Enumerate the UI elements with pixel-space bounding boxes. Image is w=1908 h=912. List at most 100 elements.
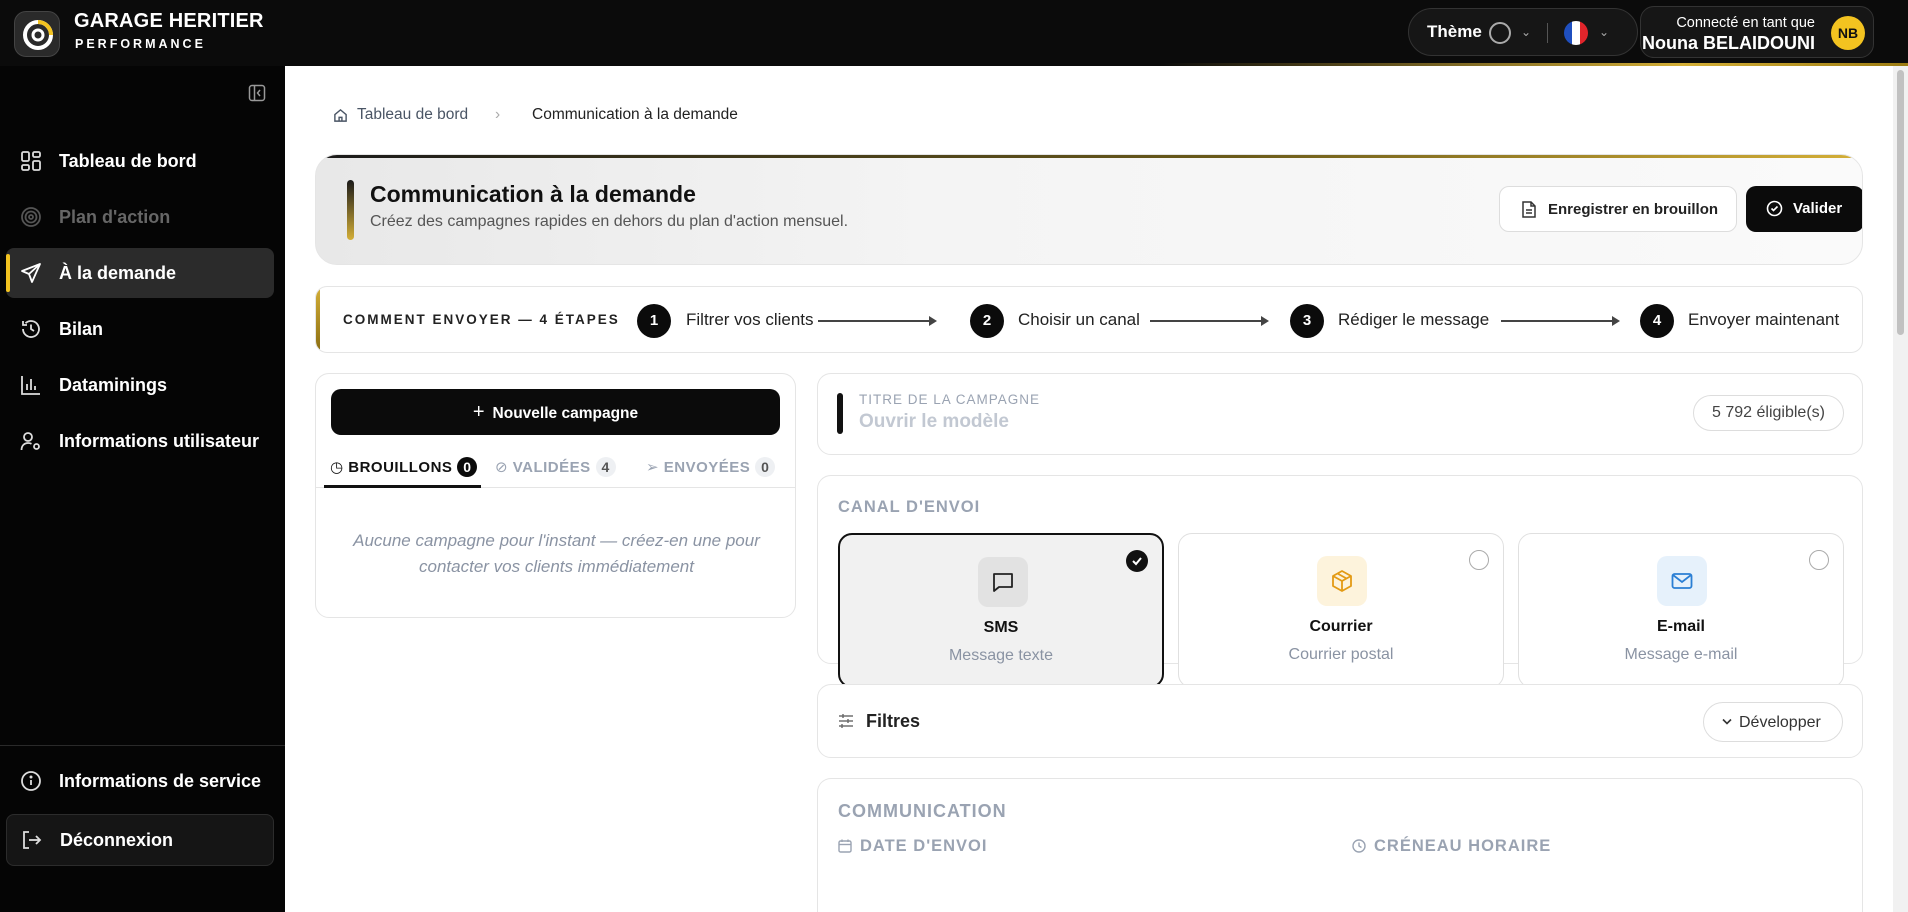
sidebar-divider: [0, 745, 285, 746]
accent-bar: [347, 180, 354, 240]
sidebar-item-informations-service[interactable]: Informations de service: [6, 756, 274, 806]
sidebar-item-a-la-demande[interactable]: À la demande: [6, 248, 274, 298]
sidebar-item-label: Tableau de bord: [59, 151, 197, 171]
tab-count: 4: [595, 457, 616, 477]
user-settings-icon: [20, 432, 40, 451]
tab-label: ENVOYÉES: [663, 459, 751, 476]
sidebar-item-informations-utilisateur[interactable]: Informations utilisateur: [6, 416, 274, 466]
section-heading: CANAL D'ENVOI: [838, 498, 981, 516]
breadcrumb-home[interactable]: Tableau de bord: [333, 106, 468, 124]
logout-button[interactable]: Déconnexion: [6, 814, 274, 866]
tab-label: VALIDÉES: [512, 459, 591, 476]
channel-description: Message e-mail: [1624, 646, 1738, 663]
arrow-right-icon: [1501, 317, 1620, 325]
sidebar-item-bilan[interactable]: Bilan: [6, 304, 274, 354]
arrow-right-icon: [818, 317, 937, 325]
channel-description: Message texte: [948, 647, 1054, 664]
home-icon: [334, 108, 347, 122]
sidebar-item-plan-action: Plan d'action: [6, 192, 274, 242]
grid-icon: [21, 151, 41, 171]
channel-option-courrier[interactable]: Courrier Courrier postal: [1178, 533, 1504, 688]
send-channel-card: CANAL D'ENVOI SMS Message texte Courrier…: [817, 475, 1863, 688]
sidebar-item-dataminings[interactable]: Dataminings: [6, 360, 274, 410]
main-content: Tableau de bord › Communication à la dem…: [285, 66, 1893, 912]
sidebar-item-tableau-de-bord[interactable]: Tableau de bord: [6, 136, 274, 186]
page-title: Communication à la demande: [370, 181, 696, 207]
divider: [1547, 23, 1548, 43]
clock-icon: ◷: [330, 459, 344, 476]
chevron-down-icon[interactable]: ⌄: [1521, 25, 1531, 39]
clock-icon: [1352, 839, 1366, 853]
campaigns-panel: + Nouvelle campagne ◷ BROUILLONS 0 ⊘ VALID…: [315, 373, 796, 618]
brand-logo[interactable]: [14, 11, 60, 57]
french-flag-icon[interactable]: [1564, 21, 1588, 45]
tab-count: 0: [457, 457, 478, 477]
send-icon: [21, 263, 41, 283]
calendar-icon: [838, 839, 852, 853]
logo-icon: [23, 20, 53, 50]
step-label: Rédiger le message: [1338, 310, 1490, 329]
channel-description: Courrier postal: [1288, 646, 1394, 663]
radio-button[interactable]: [1809, 550, 1829, 570]
chevron-right-icon: ›: [495, 106, 501, 123]
breadcrumb-current: Communication à la demande: [532, 106, 738, 123]
campaign-title-input[interactable]: [859, 411, 1559, 433]
radio-button[interactable]: [1469, 550, 1489, 570]
target-icon: [21, 207, 41, 227]
sidebar: Tableau de bord Plan d'action À la deman…: [0, 66, 285, 912]
empty-state-message: Aucune campagne pour l'instant — créez-e…: [353, 531, 760, 576]
theme-toggle-icon[interactable]: [1489, 22, 1511, 44]
channel-option-sms[interactable]: SMS Message texte: [838, 533, 1164, 688]
expand-label: Développer: [1739, 714, 1821, 731]
step-label: Choisir un canal: [1018, 310, 1140, 329]
step-number: 3: [1290, 304, 1324, 338]
page-subtitle: Créez des campagnes rapides en dehors du…: [370, 213, 849, 230]
tab-envoyees[interactable]: ➢ ENVOYÉES 0: [646, 457, 776, 477]
chevron-down-icon[interactable]: ⌄: [1599, 25, 1609, 39]
save-draft-button[interactable]: Enregistrer en brouillon: [1499, 186, 1737, 232]
step-label: Filtrer vos clients: [686, 310, 814, 329]
steps-title: COMMENT ENVOYER — 4 ÉTAPES: [343, 312, 620, 327]
user-menu[interactable]: Connecté en tant que Nouna BELAIDOUNI NB: [1640, 6, 1874, 58]
sliders-icon: [839, 714, 853, 728]
check-circle-icon: [1766, 200, 1783, 217]
expand-filters-button[interactable]: Développer: [1703, 702, 1843, 742]
logout-icon: [23, 831, 42, 849]
channel-name: SMS: [983, 619, 1019, 636]
logout-label: Déconnexion: [60, 830, 174, 850]
user-name: Nouna BELAIDOUNI: [1642, 33, 1815, 53]
channel-name: Courrier: [1309, 618, 1373, 635]
validate-label: Valider: [1793, 200, 1843, 217]
page-scrollbar[interactable]: [1893, 66, 1908, 912]
arrow-right-icon: [1150, 317, 1269, 325]
user-prefix: Connecté en tant que: [1676, 15, 1815, 31]
validate-button[interactable]: Valider: [1746, 186, 1862, 232]
section-heading: COMMUNICATION: [838, 801, 1007, 821]
channel-name: E-mail: [1656, 618, 1705, 635]
bar-chart-icon: [21, 376, 40, 395]
avatar[interactable]: NB: [1831, 16, 1865, 50]
sidebar-item-label: Informations utilisateur: [59, 431, 260, 451]
save-draft-label: Enregistrer en brouillon: [1548, 201, 1719, 218]
steps-banner: COMMENT ENVOYER — 4 ÉTAPES 1 Filtrer vos…: [315, 286, 1863, 353]
campaign-title-card: TITRE DE LA CAMPAGNE 5 792 éligible(s): [817, 373, 1863, 455]
active-tab-indicator: [324, 485, 481, 488]
step-number: 2: [970, 304, 1004, 338]
eligible-count-badge: 5 792 éligible(s): [1693, 395, 1844, 431]
channel-option-email[interactable]: E-mail Message e-mail: [1518, 533, 1844, 688]
tab-validees[interactable]: ⊘ VALIDÉES 4: [495, 457, 616, 477]
info-icon: [21, 771, 41, 791]
new-campaign-label: Nouvelle campagne: [492, 405, 639, 422]
plus-icon: +: [472, 401, 485, 423]
sidebar-item-label: Dataminings: [59, 375, 168, 395]
check-icon: [1126, 550, 1148, 572]
accent-bar: [837, 393, 843, 434]
tab-brouillons[interactable]: ◷ BROUILLONS 0: [330, 457, 478, 477]
brand-name: GARAGE HERITIER: [74, 10, 264, 32]
mail-icon: [1657, 556, 1707, 606]
theme-language-switcher: Thème ⌄ ⌄: [1408, 8, 1638, 56]
file-icon: [1522, 201, 1536, 218]
sidebar-collapse-icon[interactable]: [248, 84, 266, 102]
tab-count: 0: [755, 457, 776, 477]
new-campaign-button[interactable]: + Nouvelle campagne: [331, 389, 780, 435]
